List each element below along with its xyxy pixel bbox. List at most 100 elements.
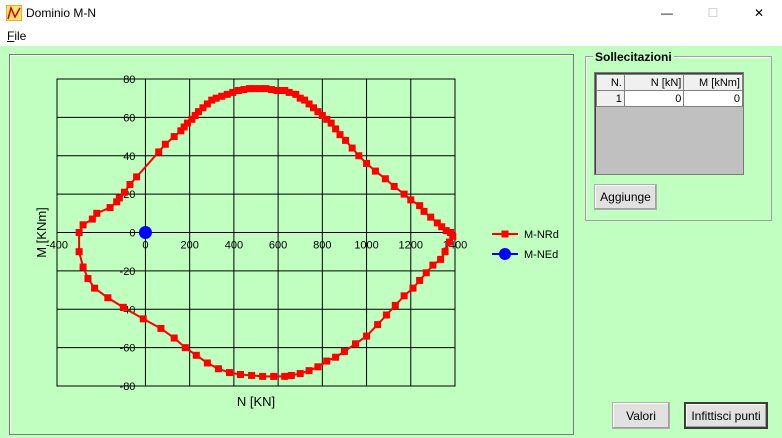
series-0-point-11: [161, 140, 169, 148]
series-0-point-94: [181, 344, 189, 352]
client-area: -400 0 200 400 600 800 1000 1200 1400 -80 -60 -40 -2…: [0, 46, 782, 438]
plot-panel: -400 0 200 400 600 800 1000 1200 1400 -80 -60 -40 -2…: [9, 54, 574, 435]
series-0-point-97: [139, 315, 147, 323]
x-tick-label-7: 1200: [399, 240, 423, 252]
x-tick-label-5: 800: [313, 240, 331, 252]
x-axis-label: N [KN]: [237, 394, 275, 409]
menu-file-label: ile: [14, 29, 27, 43]
series-0-point-71: [409, 284, 417, 292]
menu-file[interactable]: File: [7, 29, 26, 43]
series-0-point-103: [75, 248, 83, 256]
maximize-button[interactable]: ☐: [690, 0, 736, 26]
close-button[interactable]: ✕: [736, 0, 782, 26]
mn-domain-chart: -400 0 200 400 600 800 1000 1200 1400-80-60-40-2…: [34, 74, 559, 409]
series-0-point-102: [79, 263, 87, 271]
series-0-point-92: [203, 359, 211, 367]
sollecitazioni-grid[interactable]: N. N [kN] M [kNm] 1 0 0: [594, 72, 744, 175]
sollecitazioni-group: Sollecitazioni N. N [kN] M [kNm] 1 0 0 A…: [585, 50, 772, 221]
series-0-point-51: [363, 159, 371, 167]
series-0-point-54: [390, 182, 398, 190]
y-tick-label-7: 60: [123, 112, 135, 124]
row-index: 1: [596, 90, 625, 107]
series-0-point-8: [126, 181, 134, 189]
legend-marker-0: [501, 230, 509, 238]
series-0-point-81: [314, 363, 322, 371]
series-0-point-9: [133, 173, 141, 181]
y-tick-label-0: -80: [120, 381, 136, 393]
series-0-point-48: [342, 136, 350, 144]
series-0-point-77: [352, 340, 359, 348]
series-0-point-59: [427, 213, 435, 221]
y-axis-label: M [KNm]: [34, 207, 49, 258]
legend-marker-1: [499, 248, 511, 260]
series-0-point-50: [355, 152, 363, 160]
series-0-point-73: [391, 301, 399, 309]
series-0-point-80: [323, 357, 331, 365]
series-1-point-0: [138, 226, 152, 239]
valori-button[interactable]: Valori: [612, 402, 670, 429]
series-0-point-79: [332, 353, 340, 361]
table-header-row: N. N [kN] M [kNm]: [596, 74, 743, 91]
cell-m-value[interactable]: 0: [683, 90, 743, 107]
series-0-point-70: [416, 276, 424, 284]
x-tick-label-1: 0: [142, 240, 148, 252]
series-0-point-12: [170, 133, 178, 141]
series-0-point-10: [155, 148, 163, 156]
series-0-point-66: [441, 248, 449, 256]
minimize-button[interactable]: —: [644, 0, 690, 26]
series-0-point-65: [445, 238, 453, 246]
series-0-point-78: [340, 347, 348, 355]
series-0-point-91: [214, 365, 222, 373]
series-0-point-3: [93, 209, 101, 217]
y-tick-label-6: 40: [123, 151, 135, 163]
y-tick-label-3: -20: [120, 266, 136, 278]
x-tick-label-0: -400: [46, 240, 68, 252]
chart-triangle-icon: [6, 5, 22, 21]
sollecitazioni-title: Sollecitazioni: [593, 50, 674, 64]
cell-n-value[interactable]: 0: [623, 90, 685, 107]
series-0-point-75: [374, 321, 382, 329]
series-0-point-72: [400, 292, 408, 300]
series-0-point-53: [381, 175, 389, 183]
series-0-point-74: [382, 311, 390, 319]
series-0-point-56: [407, 196, 415, 204]
series-0-point-69: [422, 269, 430, 277]
series-0-point-4: [106, 204, 114, 212]
series-0-point-93: [192, 351, 200, 359]
infittisci-punti-button[interactable]: Infittisci punti: [684, 402, 768, 429]
table-row[interactable]: 1 0 0: [596, 90, 743, 107]
series-0-point-55: [400, 190, 408, 198]
series-0-point-87: [259, 372, 267, 380]
series-0-point-90: [225, 369, 233, 377]
series-0-point-100: [91, 284, 99, 292]
series-0-point-7: [120, 188, 128, 196]
title-bar: Dominio M-N — ☐ ✕: [0, 0, 782, 26]
series-0-point-101: [84, 275, 92, 283]
column-header-n-kn: N [kN]: [623, 74, 685, 91]
series-0-point-95: [170, 334, 178, 342]
series-0-point-0: [75, 229, 83, 236]
series-0-point-85: [281, 372, 289, 380]
series-0-point-68: [429, 261, 437, 269]
y-tick-label-4: 0: [129, 228, 135, 240]
series-0-point-36: [285, 88, 293, 96]
legend-label-0: M-NRd: [524, 229, 559, 241]
menu-bar: File: [0, 26, 782, 46]
series-0-point-89: [237, 370, 245, 378]
legend-label-1: M-NEd: [524, 249, 558, 261]
series-0-point-88: [248, 371, 256, 379]
series-0-point-52: [371, 167, 379, 175]
series-0-point-49: [348, 144, 356, 152]
series-0-point-82: [305, 367, 313, 375]
x-tick-label-3: 400: [225, 240, 243, 252]
series-0-point-99: [104, 294, 112, 302]
series-0-point-76: [363, 332, 371, 340]
series-0-point-1: [79, 221, 87, 229]
sollecitazioni-table: N. N [kN] M [kNm] 1 0 0: [596, 74, 743, 107]
series-0-point-83: [296, 370, 304, 378]
aggiunge-button[interactable]: Aggiunge: [594, 184, 657, 210]
x-tick-label-6: 1000: [354, 240, 378, 252]
series-0-point-84: [287, 371, 295, 379]
y-tick-label-1: -60: [120, 343, 136, 355]
x-tick-label-4: 600: [269, 240, 287, 252]
